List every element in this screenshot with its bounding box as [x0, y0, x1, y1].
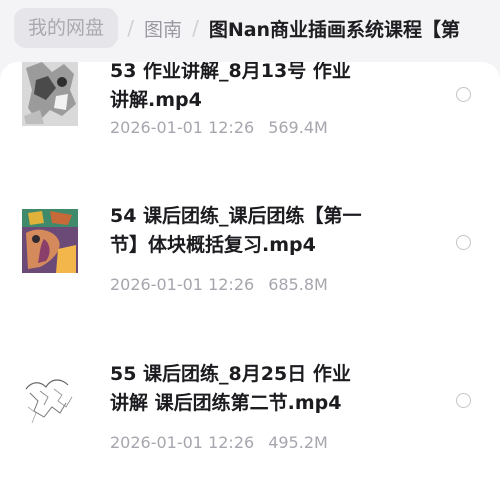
file-date: 2026-01-01 12:26: [110, 118, 255, 137]
breadcrumb-root-my-drive[interactable]: 我的网盘: [14, 8, 119, 48]
breadcrumb-separator: /: [192, 16, 199, 40]
file-row[interactable]: 55 课后团练_8月25日 作业 讲解 课后团练第二节.mp4 2026-01-…: [0, 360, 500, 460]
select-radio[interactable]: [456, 393, 471, 408]
file-row[interactable]: 54 课后团练_课后团练【第一 节】体块概括复习.mp4 2026-01-01 …: [0, 202, 500, 302]
file-date: 2026-01-01 12:26: [110, 433, 255, 452]
file-name-line: 53 作业讲解_8月13号 作业: [110, 62, 351, 82]
file-list: 53 作业讲解_8月13号 作业 讲解.mp4 2026-01-01 12:26…: [0, 62, 500, 500]
video-thumbnail-icon: [22, 367, 78, 431]
video-thumbnail-icon: [22, 209, 78, 273]
breadcrumb-current-folder: 图Nan商业插画系统课程【第: [208, 18, 461, 41]
file-name-line: 讲解 课后团练第二节.mp4: [110, 392, 342, 414]
file-meta: 2026-01-01 12:26 495.2M: [110, 433, 328, 452]
file-name: 53 作业讲解_8月13号 作业 讲解.mp4: [110, 62, 410, 115]
file-name-line: 55 课后团练_8月25日 作业: [110, 363, 351, 385]
file-size: 685.8M: [268, 275, 328, 294]
file-date: 2026-01-01 12:26: [110, 275, 255, 294]
file-name-line: 节】体块概括复习.mp4: [110, 234, 316, 256]
file-row[interactable]: 53 作业讲解_8月13号 作业 讲解.mp4 2026-01-01 12:26…: [0, 62, 500, 162]
breadcrumb-separator: /: [127, 16, 135, 40]
file-name: 55 课后团练_8月25日 作业 讲解 课后团练第二节.mp4: [110, 360, 410, 418]
select-radio[interactable]: [456, 87, 471, 102]
file-name: 54 课后团练_课后团练【第一 节】体块概括复习.mp4: [110, 202, 410, 260]
file-meta: 2026-01-01 12:26 569.4M: [110, 118, 328, 137]
breadcrumb: 我的网盘 i / 图南 / 图Nan商业插画系统课程【第: [0, 0, 500, 56]
video-thumbnail-icon: [22, 62, 78, 126]
file-meta: 2026-01-01 12:26 685.8M: [110, 275, 328, 294]
file-size: 569.4M: [268, 118, 328, 137]
file-name-line: 讲解.mp4: [110, 89, 202, 111]
file-size: 495.2M: [268, 433, 328, 452]
select-radio[interactable]: [456, 235, 471, 250]
file-name-line: 54 课后团练_课后团练【第一: [110, 205, 362, 227]
breadcrumb-folder-tunan[interactable]: 图南: [144, 15, 182, 42]
